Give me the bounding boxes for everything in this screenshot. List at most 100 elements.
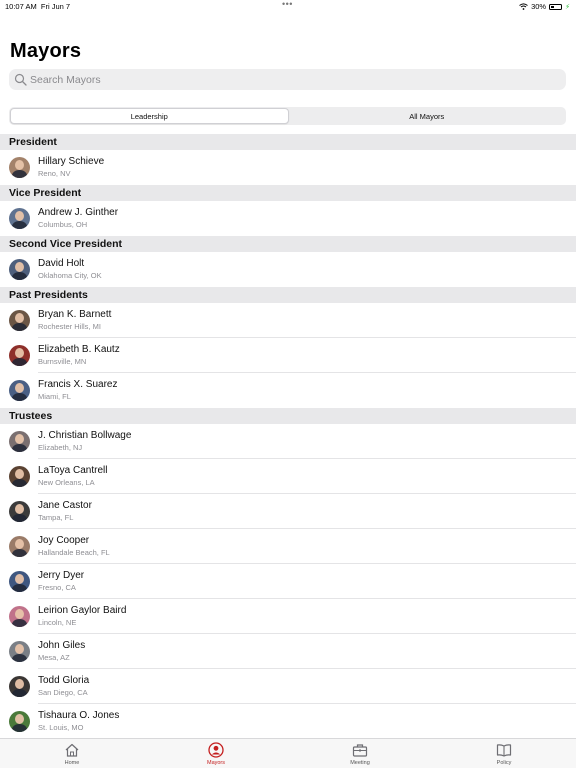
mayor-row[interactable]: Tishaura O. Jones St. Louis, MO [0, 704, 576, 738]
mayor-row[interactable]: John Giles Mesa, AZ [0, 634, 576, 669]
mayor-location: San Diego, CA [38, 688, 88, 697]
mayor-location: New Orleans, LA [38, 478, 95, 487]
mayor-info: LaToya Cantrell New Orleans, LA [38, 465, 107, 488]
avatar [9, 345, 30, 366]
tab-bar: Home Mayors Meeting Policy [0, 738, 576, 768]
avatar [9, 431, 30, 452]
search-bar[interactable] [9, 69, 566, 90]
wifi-icon [519, 3, 528, 10]
mayor-info: Elizabeth B. Kautz Burnsville, MN [38, 344, 120, 367]
mayor-row[interactable]: Bryan K. Barnett Rochester Hills, MI [0, 303, 576, 338]
avatar [9, 606, 30, 627]
mayor-location: Miami, FL [38, 392, 71, 401]
status-bar: 10:07 AM Fri Jun 7 ••• 30% ⚡ [0, 0, 576, 12]
status-indicators: 30% ⚡ [519, 2, 570, 11]
avatar [9, 380, 30, 401]
mayor-location: Reno, NV [38, 169, 71, 178]
mayor-name: John Giles [38, 640, 86, 651]
charging-icon: ⚡ [565, 3, 570, 11]
book-icon [496, 744, 512, 757]
battery-icon [549, 3, 563, 10]
avatar [9, 310, 30, 331]
mayor-row[interactable]: LaToya Cantrell New Orleans, LA [0, 459, 576, 494]
briefcase-icon [352, 744, 368, 757]
mayor-name: David Holt [38, 258, 85, 269]
mayor-row[interactable]: Hillary Schieve Reno, NV [0, 150, 576, 185]
mayor-row[interactable]: Elizabeth B. Kautz Burnsville, MN [0, 338, 576, 373]
tab-meeting[interactable]: Meeting [288, 739, 432, 768]
avatar [9, 676, 30, 697]
mayor-info: Jane Castor Tampa, FL [38, 500, 92, 523]
mayor-location: Oklahoma City, OK [38, 271, 102, 280]
mayor-location: Mesa, AZ [38, 653, 70, 662]
mayor-list[interactable]: President Hillary Schieve Reno, NV Vice Pre… [0, 134, 576, 738]
tab-policy[interactable]: Policy [432, 739, 576, 768]
mayor-name: Joy Cooper [38, 535, 90, 546]
mayor-row[interactable]: Jerry Dyer Fresno, CA [0, 564, 576, 599]
tab-label: Mayors [206, 760, 226, 766]
mayor-info: Leirion Gaylor Baird Lincoln, NE [38, 605, 126, 628]
mayor-name: Francis X. Suarez [38, 379, 118, 390]
mayor-name: Leirion Gaylor Baird [38, 605, 127, 616]
mayor-info: Andrew J. Ginther Columbus, OH [38, 207, 118, 230]
mayor-info: David Holt Oklahoma City, OK [38, 258, 102, 281]
mayor-name: Andrew J. Ginther [38, 207, 119, 218]
mayor-row[interactable]: J. Christian Bollwage Elizabeth, NJ [0, 424, 576, 459]
mayor-location: Hallandale Beach, FL [38, 548, 110, 557]
section-header: Trustees [0, 408, 576, 424]
section-rows: Hillary Schieve Reno, NV [0, 150, 576, 185]
section-header: President [0, 134, 576, 150]
mayor-name: Todd Gloria [38, 675, 90, 686]
mayor-row[interactable]: Jane Castor Tampa, FL [0, 494, 576, 529]
section-rows: Andrew J. Ginther Columbus, OH [0, 201, 576, 236]
avatar [9, 571, 30, 592]
mayor-row[interactable]: Joy Cooper Hallandale Beach, FL [0, 529, 576, 564]
home-icon [65, 743, 79, 757]
mayor-info: J. Christian Bollwage Elizabeth, NJ [38, 430, 131, 453]
mayor-location: Columbus, OH [38, 220, 88, 229]
person-circle-icon [208, 742, 224, 758]
page-title: Mayors [10, 40, 82, 62]
search-input[interactable] [30, 73, 530, 86]
mayor-info: Jerry Dyer Fresno, CA [38, 570, 84, 593]
mayor-info: Francis X. Suarez Miami, FL [38, 379, 117, 402]
segment-leadership[interactable]: Leadership [10, 108, 289, 124]
mayor-row[interactable]: Todd Gloria San Diego, CA [0, 669, 576, 704]
mayor-row[interactable]: Francis X. Suarez Miami, FL [0, 373, 576, 408]
mayor-info: Bryan K. Barnett Rochester Hills, MI [38, 309, 111, 332]
battery-percent: 30% [531, 2, 547, 11]
mayor-row[interactable]: David Holt Oklahoma City, OK [0, 252, 576, 287]
tab-label: Policy [496, 760, 512, 766]
segmented-control: Leadership All Mayors [9, 107, 566, 125]
mayor-info: Hillary Schieve Reno, NV [38, 156, 104, 179]
mayor-row[interactable]: Leirion Gaylor Baird Lincoln, NE [0, 599, 576, 634]
mayor-location: Burnsville, MN [38, 357, 87, 366]
mayor-location: Elizabeth, NJ [38, 443, 83, 452]
mayor-name: Bryan K. Barnett [38, 309, 112, 320]
mayor-row[interactable]: Andrew J. Ginther Columbus, OH [0, 201, 576, 236]
avatar [9, 259, 30, 280]
tab-label: Meeting [350, 760, 370, 766]
section-header: Second Vice President [0, 236, 576, 252]
mayor-name: Hillary Schieve [38, 156, 105, 167]
mayor-location: Rochester Hills, MI [38, 322, 101, 331]
avatar [9, 536, 30, 557]
tab-mayors[interactable]: Mayors [144, 739, 288, 768]
avatar [9, 501, 30, 522]
section-rows: David Holt Oklahoma City, OK [0, 252, 576, 287]
mayor-info: Todd Gloria San Diego, CA [38, 675, 89, 698]
mayor-info: Tishaura O. Jones St. Louis, MO [38, 710, 119, 733]
mayor-info: Joy Cooper Hallandale Beach, FL [38, 535, 110, 558]
mayor-location: Fresno, CA [38, 583, 76, 592]
status-time: 10:07 AM Fri Jun 7 [5, 2, 71, 11]
mayor-info: John Giles Mesa, AZ [38, 640, 85, 663]
mayor-location: St. Louis, MO [38, 723, 84, 732]
mayor-name: Tishaura O. Jones [38, 710, 120, 721]
avatar [9, 157, 30, 178]
search-icon [14, 73, 27, 86]
multitasking-dots[interactable]: ••• [282, 0, 293, 9]
tab-home[interactable]: Home [0, 739, 144, 768]
avatar [9, 711, 30, 732]
segment-all-mayors[interactable]: All Mayors [289, 108, 566, 124]
section-header: Vice President [0, 185, 576, 201]
